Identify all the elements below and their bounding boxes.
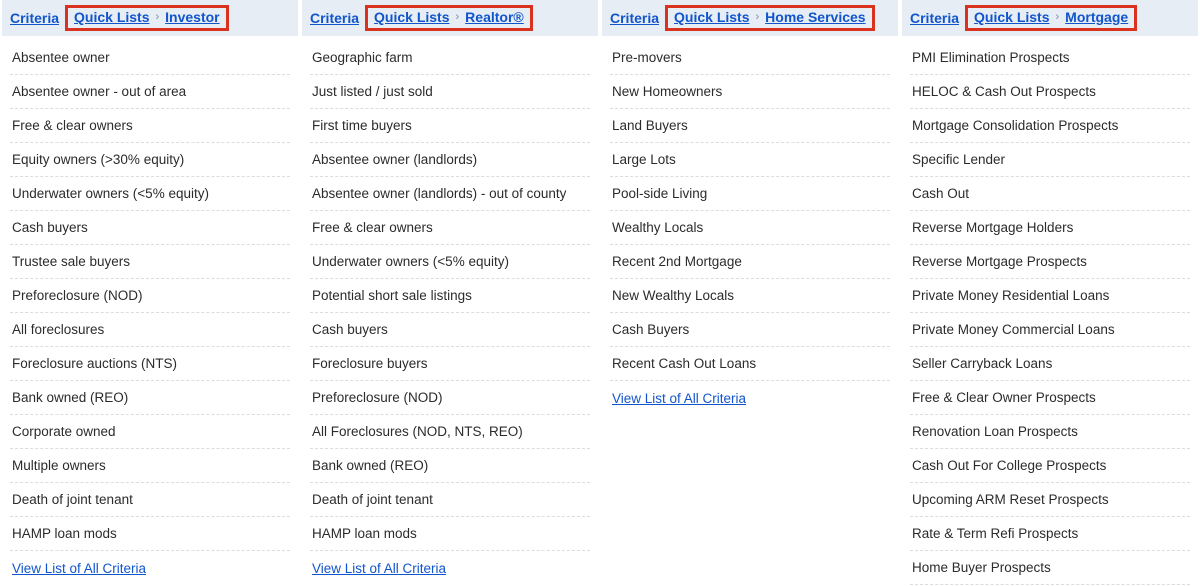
- list-item[interactable]: Rate & Term Refi Prospects: [910, 517, 1190, 551]
- view-all-wrapper: View List of All Criteria: [610, 381, 890, 416]
- chevron-right-icon: ›: [1056, 11, 1060, 23]
- breadcrumb-highlight: Quick Lists › Investor: [65, 5, 229, 31]
- list-item[interactable]: Pre-movers: [610, 36, 890, 75]
- chevron-right-icon: ›: [756, 11, 760, 23]
- quick-list: Absentee ownerAbsentee owner - out of ar…: [2, 36, 298, 586]
- breadcrumb-category-link[interactable]: Mortgage: [1065, 9, 1128, 25]
- list-item[interactable]: HAMP loan mods: [10, 517, 290, 551]
- breadcrumb: Criteria Quick Lists › Mortgage: [902, 0, 1198, 36]
- breadcrumb-highlight: Quick Lists › Mortgage: [965, 5, 1137, 31]
- list-item[interactable]: All foreclosures: [10, 313, 290, 347]
- list-item[interactable]: Mortgage Consolidation Prospects: [910, 109, 1190, 143]
- list-item[interactable]: First time buyers: [310, 109, 590, 143]
- list-item[interactable]: Large Lots: [610, 143, 890, 177]
- list-item[interactable]: PMI Elimination Prospects: [910, 36, 1190, 75]
- list-item[interactable]: HELOC & Cash Out Prospects: [910, 75, 1190, 109]
- list-item[interactable]: Death of joint tenant: [310, 483, 590, 517]
- list-item[interactable]: Reverse Mortgage Prospects: [910, 245, 1190, 279]
- breadcrumb-criteria-link[interactable]: Criteria: [610, 10, 659, 26]
- list-item[interactable]: Foreclosure buyers: [310, 347, 590, 381]
- list-item[interactable]: Death of joint tenant: [10, 483, 290, 517]
- breadcrumb: Criteria Quick Lists › Home Services: [602, 0, 898, 36]
- quick-list: Pre-moversNew HomeownersLand BuyersLarge…: [602, 36, 898, 416]
- list-item[interactable]: Free & Clear Owner Prospects: [910, 381, 1190, 415]
- breadcrumb-quicklists-link[interactable]: Quick Lists: [74, 9, 149, 25]
- breadcrumb-criteria-link[interactable]: Criteria: [910, 10, 959, 26]
- breadcrumb-criteria-link[interactable]: Criteria: [310, 10, 359, 26]
- list-item[interactable]: Seller Carryback Loans: [910, 347, 1190, 381]
- quick-list-column: Criteria Quick Lists › Investor Absentee own…: [0, 0, 300, 586]
- quick-list: PMI Elimination ProspectsHELOC & Cash Ou…: [902, 36, 1198, 585]
- list-item[interactable]: Absentee owner - out of area: [10, 75, 290, 109]
- list-item[interactable]: Underwater owners (<5% equity): [310, 245, 590, 279]
- list-item[interactable]: Corporate owned: [10, 415, 290, 449]
- list-item[interactable]: HAMP loan mods: [310, 517, 590, 551]
- list-item[interactable]: New Homeowners: [610, 75, 890, 109]
- list-item[interactable]: Preforeclosure (NOD): [10, 279, 290, 313]
- list-item[interactable]: Renovation Loan Prospects: [910, 415, 1190, 449]
- list-item[interactable]: Potential short sale listings: [310, 279, 590, 313]
- breadcrumb-quicklists-link[interactable]: Quick Lists: [974, 9, 1049, 25]
- list-item[interactable]: New Wealthy Locals: [610, 279, 890, 313]
- list-item[interactable]: Wealthy Locals: [610, 211, 890, 245]
- list-item[interactable]: Pool-side Living: [610, 177, 890, 211]
- list-item[interactable]: Cash buyers: [10, 211, 290, 245]
- quick-lists-columns: Criteria Quick Lists › Investor Absentee own…: [0, 0, 1200, 586]
- list-item[interactable]: Free & clear owners: [10, 109, 290, 143]
- list-item[interactable]: Specific Lender: [910, 143, 1190, 177]
- list-item[interactable]: Multiple owners: [10, 449, 290, 483]
- list-item[interactable]: Reverse Mortgage Holders: [910, 211, 1190, 245]
- list-item[interactable]: Trustee sale buyers: [10, 245, 290, 279]
- list-item[interactable]: Foreclosure auctions (NTS): [10, 347, 290, 381]
- breadcrumb-category-link[interactable]: Realtor®: [465, 9, 524, 25]
- list-item[interactable]: Just listed / just sold: [310, 75, 590, 109]
- list-item[interactable]: Cash buyers: [310, 313, 590, 347]
- breadcrumb-quicklists-link[interactable]: Quick Lists: [374, 9, 449, 25]
- list-item[interactable]: Private Money Commercial Loans: [910, 313, 1190, 347]
- list-item[interactable]: Geographic farm: [310, 36, 590, 75]
- breadcrumb-highlight: Quick Lists › Realtor®: [365, 5, 533, 31]
- quick-list-column: Criteria Quick Lists › Realtor® Geographic f…: [300, 0, 600, 586]
- breadcrumb-category-link[interactable]: Investor: [165, 9, 219, 25]
- list-item[interactable]: Underwater owners (<5% equity): [10, 177, 290, 211]
- list-item[interactable]: Cash Buyers: [610, 313, 890, 347]
- chevron-right-icon: ›: [456, 11, 460, 23]
- list-item[interactable]: Absentee owner: [10, 36, 290, 75]
- list-item[interactable]: Absentee owner (landlords): [310, 143, 590, 177]
- view-all-wrapper: View List of All Criteria: [10, 551, 290, 586]
- breadcrumb-category-link[interactable]: Home Services: [765, 9, 865, 25]
- quick-list-column: Criteria Quick Lists › Home Services Pre-mov…: [600, 0, 900, 586]
- list-item[interactable]: Equity owners (>30% equity): [10, 143, 290, 177]
- quick-list: Geographic farmJust listed / just soldFi…: [302, 36, 598, 586]
- list-item[interactable]: Free & clear owners: [310, 211, 590, 245]
- list-item[interactable]: Bank owned (REO): [310, 449, 590, 483]
- breadcrumb: Criteria Quick Lists › Investor: [2, 0, 298, 36]
- breadcrumb-criteria-link[interactable]: Criteria: [10, 10, 59, 26]
- quick-list-column: Criteria Quick Lists › Mortgage PMI Eliminat…: [900, 0, 1200, 586]
- breadcrumb-quicklists-link[interactable]: Quick Lists: [674, 9, 749, 25]
- list-item[interactable]: Upcoming ARM Reset Prospects: [910, 483, 1190, 517]
- list-item[interactable]: Private Money Residential Loans: [910, 279, 1190, 313]
- breadcrumb-highlight: Quick Lists › Home Services: [665, 5, 875, 31]
- list-item[interactable]: All Foreclosures (NOD, NTS, REO): [310, 415, 590, 449]
- list-item[interactable]: Recent Cash Out Loans: [610, 347, 890, 381]
- chevron-right-icon: ›: [156, 11, 160, 23]
- list-item[interactable]: Cash Out For College Prospects: [910, 449, 1190, 483]
- list-item[interactable]: Recent 2nd Mortgage: [610, 245, 890, 279]
- breadcrumb: Criteria Quick Lists › Realtor®: [302, 0, 598, 36]
- view-all-wrapper: View List of All Criteria: [310, 551, 590, 586]
- list-item[interactable]: Bank owned (REO): [10, 381, 290, 415]
- view-all-criteria-link[interactable]: View List of All Criteria: [612, 391, 746, 406]
- list-item[interactable]: Cash Out: [910, 177, 1190, 211]
- list-item[interactable]: Absentee owner (landlords) - out of coun…: [310, 177, 590, 211]
- list-item[interactable]: Land Buyers: [610, 109, 890, 143]
- list-item[interactable]: Preforeclosure (NOD): [310, 381, 590, 415]
- list-item[interactable]: Home Buyer Prospects: [910, 551, 1190, 585]
